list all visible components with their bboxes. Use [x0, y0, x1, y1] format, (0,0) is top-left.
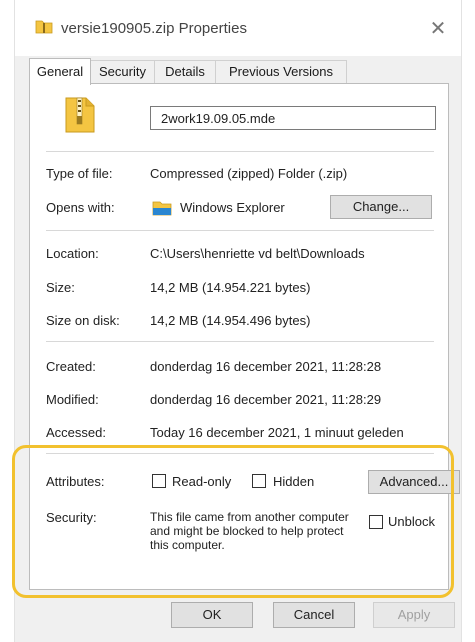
file-name-input[interactable]: [150, 106, 436, 130]
close-button[interactable]: ✕: [415, 10, 461, 46]
separator: [46, 151, 434, 152]
type-label: Type of file:: [46, 166, 113, 181]
title-bar[interactable]: versie190905.zip Properties ✕: [15, 0, 461, 56]
zip-folder-icon: [65, 97, 95, 133]
size-on-disk-value: 14,2 MB (14.954.496 bytes): [150, 313, 311, 328]
ok-button[interactable]: OK: [171, 602, 253, 628]
separator: [46, 341, 434, 342]
separator: [46, 230, 434, 231]
opens-with-label: Opens with:: [46, 200, 115, 215]
tab-security[interactable]: Security: [90, 60, 155, 83]
highlight-annotation: [12, 445, 454, 598]
accessed-label: Accessed:: [46, 425, 106, 440]
accessed-value: Today 16 december 2021, 1 minuut geleden: [150, 425, 404, 440]
location-value: C:\Users\henriette vd belt\Downloads: [150, 246, 365, 261]
change-button[interactable]: Change...: [330, 195, 432, 219]
size-label: Size:: [46, 280, 75, 295]
tab-general[interactable]: General: [29, 58, 91, 85]
close-icon: ✕: [429, 17, 447, 40]
created-label: Created:: [46, 359, 96, 374]
modified-label: Modified:: [46, 392, 99, 407]
created-value: donderdag 16 december 2021, 11:28:28: [150, 359, 382, 374]
zip-folder-icon: [35, 20, 53, 34]
location-label: Location:: [46, 246, 99, 261]
type-value: Compressed (zipped) Folder (.zip): [150, 166, 348, 181]
size-value: 14,2 MB (14.954.221 bytes): [150, 280, 311, 295]
cancel-button[interactable]: Cancel: [273, 602, 355, 628]
modified-value: donderdag 16 december 2021, 11:28:29: [150, 392, 382, 407]
window-title: versie190905.zip Properties: [61, 20, 247, 37]
opens-with-value: Windows Explorer: [180, 200, 285, 215]
file-explorer-icon: [152, 201, 172, 216]
size-on-disk-label: Size on disk:: [46, 313, 120, 328]
tab-details[interactable]: Details: [154, 60, 216, 83]
apply-button[interactable]: Apply: [373, 602, 455, 628]
tab-previous-versions[interactable]: Previous Versions: [215, 60, 347, 83]
